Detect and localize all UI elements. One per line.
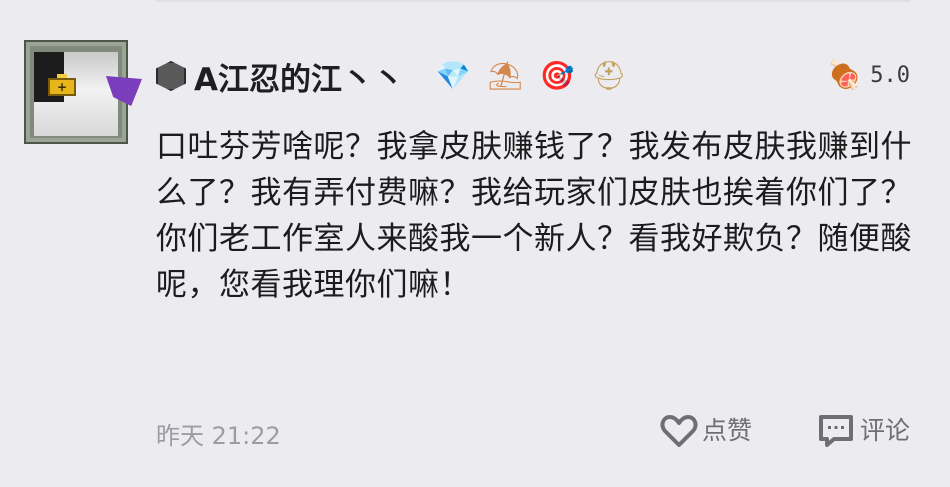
like-label: 点赞 bbox=[702, 416, 753, 445]
badge-list: 💎 ⛱ 🎯 ⛑ bbox=[434, 58, 628, 94]
heart-icon bbox=[660, 415, 698, 447]
target-badge-icon[interactable]: 🎯 bbox=[538, 58, 576, 94]
meat-icon: 🍖 bbox=[827, 58, 863, 91]
rating: 🍖 5.0 bbox=[827, 60, 910, 90]
like-button[interactable]: 点赞 bbox=[660, 414, 752, 448]
helmet-icon[interactable]: ⛑ bbox=[590, 58, 628, 94]
comment-text: 口吐芬芳啥呢？我拿皮肤赚钱了？我发布皮肤我赚到什么了？我有弄付费嘛？我给玩家们皮… bbox=[156, 129, 912, 303]
comment-footer: 昨天 21:22 点赞 评论 bbox=[156, 412, 910, 452]
avatar[interactable]: + bbox=[24, 40, 142, 144]
username[interactable]: A江忍的江丶丶 bbox=[194, 54, 404, 99]
stone-block-icon bbox=[156, 61, 186, 91]
avatar-crown-icon: + bbox=[48, 78, 76, 96]
gem-crown-icon[interactable]: 💎 bbox=[434, 58, 472, 94]
comment-button[interactable]: 评论 bbox=[818, 414, 910, 448]
comment-bubble-icon bbox=[818, 415, 853, 447]
beach-umbrella-icon[interactable]: ⛱ bbox=[486, 58, 524, 94]
top-divider bbox=[156, 0, 910, 2]
rating-value: 5.0 bbox=[870, 62, 910, 88]
comment-label: 评论 bbox=[859, 416, 910, 445]
timestamp: 昨天 21:22 bbox=[156, 422, 281, 450]
user-name-row: A江忍的江丶丶 💎 ⛱ 🎯 ⛑ bbox=[156, 54, 628, 99]
